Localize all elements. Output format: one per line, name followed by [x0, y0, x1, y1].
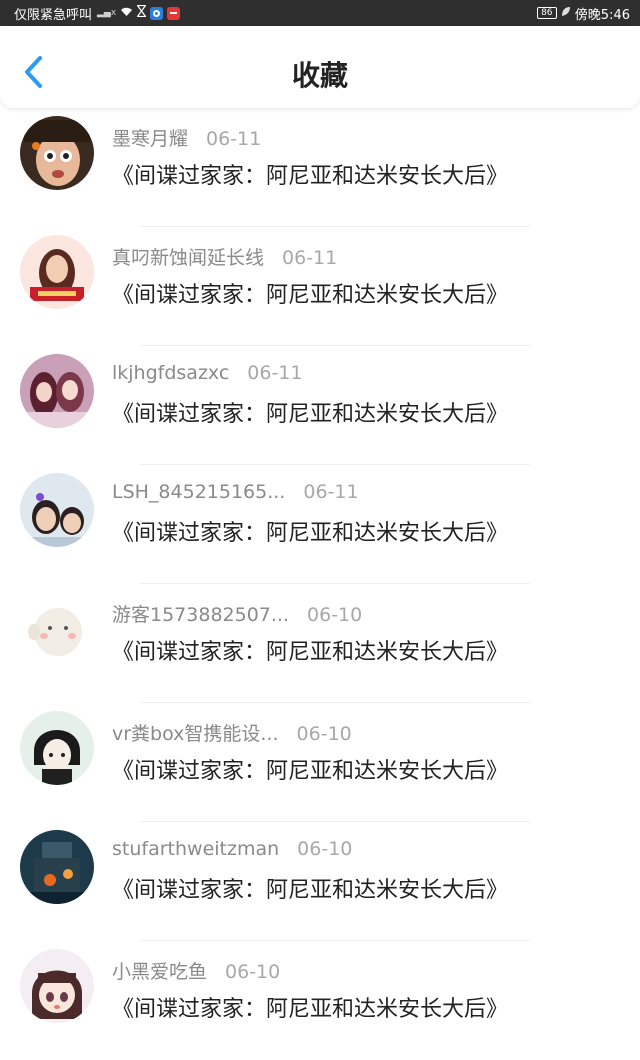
name-row: 真叼新蚀闻延长线 06-11	[112, 243, 337, 270]
battery-icon: 86	[536, 7, 557, 19]
name-row: LSH_845215165... 06-11	[112, 481, 359, 503]
name-row: stufarthweitzman 06-10	[112, 838, 352, 860]
list-item[interactable]: vr粪box智携能设... 06-10 《间谍过家家：阿尼亚和达米安长大后》	[0, 703, 640, 822]
username[interactable]: 真叼新蚀闻延长线	[112, 243, 264, 270]
book-title[interactable]: 《间谍过家家：阿尼亚和达米安长大后》	[112, 158, 508, 190]
carrier-text: 仅限紧急呼叫	[14, 7, 93, 23]
username[interactable]: LSH_845215165...	[112, 481, 285, 503]
name-row: 小黑爱吃鱼 06-10	[112, 957, 280, 984]
book-title[interactable]: 《间谍过家家：阿尼亚和达米安长大后》	[112, 277, 508, 309]
app-notification-icon	[150, 6, 164, 20]
username[interactable]: 游客1573882507...	[112, 600, 289, 627]
status-bar: 仅限紧急呼叫 ▂▄x 86 傍晚5:46	[0, 0, 640, 26]
date: 06-11	[282, 247, 338, 269]
date: 06-11	[303, 481, 359, 503]
list-item[interactable]: 真叼新蚀闻延长线 06-11 《间谍过家家：阿尼亚和达米安长大后》	[0, 227, 640, 346]
status-bar-left: 仅限紧急呼叫 ▂▄x	[14, 4, 181, 23]
username[interactable]: vr粪box智携能设...	[112, 719, 279, 746]
avatar[interactable]	[20, 830, 94, 904]
username[interactable]: lkjhgfdsazxc	[112, 362, 229, 384]
date: 06-10	[307, 604, 363, 626]
book-title[interactable]: 《间谍过家家：阿尼亚和达米安长大后》	[112, 753, 508, 785]
avatar[interactable]	[20, 473, 94, 547]
list-item[interactable]: stufarthweitzman 06-10 《间谍过家家：阿尼亚和达米安长大后…	[0, 822, 640, 941]
date: 06-10	[297, 838, 353, 860]
list-item[interactable]: 游客1573882507... 06-10 《间谍过家家：阿尼亚和达米安长大后》	[0, 584, 640, 703]
name-row: lkjhgfdsazxc 06-11	[112, 362, 303, 384]
avatar[interactable]	[20, 711, 94, 785]
name-row: 墨寒月耀 06-11	[112, 124, 261, 151]
book-title[interactable]: 《间谍过家家：阿尼亚和达米安长大后》	[112, 634, 508, 666]
avatar[interactable]	[20, 949, 94, 1023]
hourglass-icon	[136, 4, 147, 21]
name-row: vr粪box智携能设... 06-10	[112, 719, 352, 746]
battery-level: 86	[541, 8, 553, 18]
status-bar-right: 86 傍晚5:46	[536, 4, 630, 23]
book-title[interactable]: 《间谍过家家：阿尼亚和达米安长大后》	[112, 396, 508, 428]
username[interactable]: 墨寒月耀	[112, 124, 188, 151]
avatar[interactable]	[20, 116, 94, 190]
list-item[interactable]: 小黑爱吃鱼 06-10 《间谍过家家：阿尼亚和达米安长大后》	[0, 941, 640, 1060]
book-title[interactable]: 《间谍过家家：阿尼亚和达米安长大后》	[112, 991, 508, 1023]
list-item[interactable]: 墨寒月耀 06-11 《间谍过家家：阿尼亚和达米安长大后》	[0, 108, 640, 227]
date: 06-11	[206, 128, 262, 150]
signal-icon: ▂▄x	[97, 8, 117, 18]
username[interactable]: stufarthweitzman	[112, 838, 279, 860]
wifi-icon	[120, 6, 133, 21]
nav-bar: 收藏	[0, 26, 640, 108]
list-item[interactable]: lkjhgfdsazxc 06-11 《间谍过家家：阿尼亚和达米安长大后》	[0, 346, 640, 465]
clock: 傍晚5:46	[574, 7, 630, 23]
date: 06-10	[296, 723, 352, 745]
book-title[interactable]: 《间谍过家家：阿尼亚和达米安长大后》	[112, 515, 508, 547]
favorites-list: 墨寒月耀 06-11 《间谍过家家：阿尼亚和达米安长大后》 真叼新蚀闻延长线 0…	[0, 108, 640, 1060]
date: 06-11	[247, 362, 303, 384]
book-title[interactable]: 《间谍过家家：阿尼亚和达米安长大后》	[112, 872, 508, 904]
avatar[interactable]	[20, 235, 94, 309]
date: 06-10	[225, 961, 281, 983]
red-app-notification-icon	[167, 6, 181, 20]
name-row: 游客1573882507... 06-10	[112, 600, 362, 627]
avatar[interactable]	[20, 592, 94, 666]
leaf-icon	[561, 6, 571, 20]
username[interactable]: 小黑爱吃鱼	[112, 957, 207, 984]
list-item[interactable]: LSH_845215165... 06-11 《间谍过家家：阿尼亚和达米安长大后…	[0, 465, 640, 584]
page-title: 收藏	[291, 59, 348, 92]
avatar[interactable]	[20, 354, 94, 428]
